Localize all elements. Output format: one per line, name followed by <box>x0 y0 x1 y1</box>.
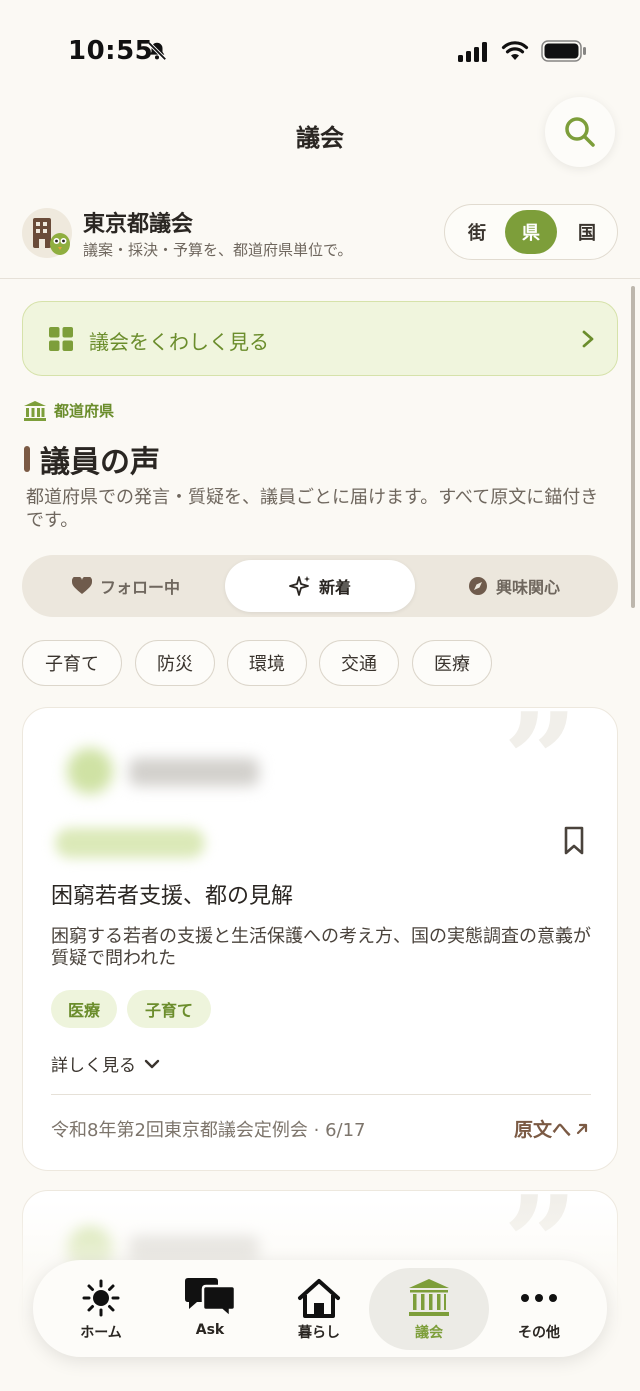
status-bar: 10:55 <box>0 0 640 100</box>
scrollbar[interactable] <box>631 286 635 608</box>
tab-bar: ホーム Ask 暮らし 議会 その他 <box>33 1260 607 1357</box>
topic-chip-medical[interactable]: 医療 <box>412 640 492 686</box>
bookmark-icon[interactable] <box>563 826 585 856</box>
council-detail-banner[interactable]: 議会をくわしく見る <box>22 301 618 376</box>
card-tag-medical[interactable]: 医療 <box>51 990 117 1028</box>
section-title-accent <box>24 446 30 472</box>
member-affiliation-blurred <box>55 828 205 858</box>
segment-interests[interactable]: 興味関心 <box>416 560 612 612</box>
card-original-label: 原文へ <box>513 1119 571 1141</box>
bell-slash-icon <box>147 41 167 61</box>
external-arrow-icon <box>576 1123 588 1134</box>
tab-more[interactable]: その他 <box>479 1268 599 1350</box>
search-icon <box>565 117 595 147</box>
banner-label: 議会をくわしく見る <box>89 330 269 354</box>
section-title-text: 議員の声 <box>40 445 160 480</box>
member-avatar <box>67 748 113 794</box>
chevron-right-icon <box>582 330 594 348</box>
scope-option-town[interactable]: 街 <box>451 210 503 254</box>
grid-icon <box>49 327 73 351</box>
house-icon <box>298 1279 340 1318</box>
chat-bubbles-icon <box>185 1278 237 1319</box>
sun-icon <box>82 1279 120 1317</box>
capitol-icon <box>409 1279 449 1316</box>
segment-new-label: 新着 <box>318 578 351 597</box>
wifi-icon <box>501 41 529 60</box>
tab-home[interactable]: ホーム <box>41 1268 161 1350</box>
council-avatar <box>22 208 72 258</box>
topic-chip-disaster[interactable]: 防災 <box>135 640 215 686</box>
segment-interests-label: 興味関心 <box>495 578 560 597</box>
card-detail-toggle[interactable]: 詳しく見る <box>51 1051 160 1076</box>
card-divider <box>51 1094 591 1095</box>
tab-ask-label: Ask <box>195 1322 225 1338</box>
topic-chip-transport[interactable]: 交通 <box>319 640 399 686</box>
search-button[interactable] <box>545 97 615 167</box>
quote-mark-icon: ” <box>503 707 578 837</box>
page-title: 議会 <box>296 124 344 152</box>
status-time: 10:55 <box>68 36 154 66</box>
card-detail-label: 詳しく見る <box>51 1056 136 1076</box>
card-title: 困窮若者支援、都の見解 <box>51 884 294 909</box>
compass-icon <box>468 577 487 595</box>
council-subtitle: 議案・採決・予算を、都道府県単位で。 <box>83 241 353 259</box>
tab-living[interactable]: 暮らし <box>259 1268 379 1350</box>
segment-following-label: フォロー中 <box>99 578 180 597</box>
section-kicker-label: 都道府県 <box>54 402 115 420</box>
segment-following[interactable]: フォロー中 <box>28 560 224 612</box>
capitol-icon <box>24 400 46 421</box>
sparkle-icon <box>289 576 310 596</box>
topic-chip-environment[interactable]: 環境 <box>227 640 307 686</box>
cellular-signal-icon <box>458 42 487 62</box>
scope-toggle: 街 県 国 <box>444 204 618 260</box>
section-kicker: 都道府県 <box>24 400 114 421</box>
tab-council-label: 議会 <box>415 1325 443 1341</box>
section-title: 議員の声 <box>24 437 160 481</box>
more-icon <box>521 1294 557 1302</box>
card-tag-childcare[interactable]: 子育て <box>127 990 211 1028</box>
tab-living-label: 暮らし <box>298 1325 340 1341</box>
heart-icon <box>71 577 92 594</box>
topic-chip-childcare[interactable]: 子育て <box>22 640 122 686</box>
tab-ask[interactable]: Ask <box>150 1268 270 1350</box>
battery-icon <box>541 40 586 62</box>
scope-option-national[interactable]: 国 <box>561 210 613 254</box>
segment-new[interactable]: 新着 <box>225 560 415 612</box>
council-name: 東京都議会 <box>83 212 194 237</box>
feed-segmented-control: フォロー中 新着 興味関心 <box>22 555 618 617</box>
tab-more-label: その他 <box>518 1325 560 1341</box>
tab-council[interactable]: 議会 <box>369 1268 489 1350</box>
section-description: 都道府県での発言・質疑を、議員ごとに届けます。すべて原文に錨付きです。 <box>26 487 599 531</box>
card-original-link[interactable]: 原文へ <box>514 1115 589 1142</box>
building-mascot-icon <box>33 218 70 255</box>
card-summary: 困窮する若者の支援と生活保護への考え方、国の実態調査の意義が質疑で問われた <box>51 926 591 969</box>
statement-card[interactable]: ” 困窮若者支援、都の見解 困窮する若者の支援と生活保護への考え方、国の実態調査… <box>22 707 618 1171</box>
council-header: 東京都議会 議案・採決・予算を、都道府県単位で。 街 県 国 <box>0 196 640 279</box>
chevron-down-icon <box>144 1059 160 1068</box>
tab-home-label: ホーム <box>80 1325 122 1341</box>
scope-option-prefecture[interactable]: 県 <box>505 210 557 254</box>
card-source: 令和8年第2回東京都議会定例会 · 6/17 <box>51 1120 366 1141</box>
member-name-blurred <box>129 758 259 786</box>
